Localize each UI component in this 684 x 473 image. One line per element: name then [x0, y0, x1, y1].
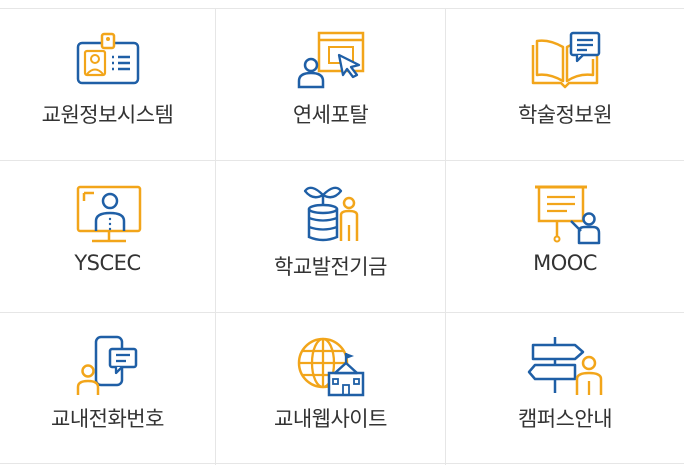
tile-academic-information[interactable]: 학술정보원 [446, 9, 684, 161]
tile-mooc[interactable]: MOOC [446, 161, 684, 313]
phone-directory-icon [70, 333, 146, 397]
tile-faculty-info-system[interactable]: 교원정보시스템 [0, 9, 216, 161]
tile-label: 학교발전기금 [274, 255, 387, 279]
campus-guide-signpost-icon [527, 333, 603, 397]
tile-label: MOOC [533, 251, 597, 275]
tile-yscec[interactable]: YSCEC [0, 161, 216, 313]
tile-campus-websites[interactable]: 교내웹사이트 [216, 313, 446, 465]
tile-label: YSCEC [74, 251, 141, 275]
tile-campus-phone-directory[interactable]: 교내전화번호 [0, 313, 216, 465]
campus-globe-icon [293, 333, 369, 397]
presentation-board-icon [527, 181, 603, 245]
monitor-lecture-icon [70, 181, 146, 245]
book-library-icon [527, 29, 603, 93]
portal-click-icon [293, 29, 369, 93]
tile-label: 교내전화번호 [51, 407, 164, 431]
tile-label: 학술정보원 [517, 103, 613, 127]
quick-links-grid: 교원정보시스템 연세포탈 학술정보원 YSCEC 학교발전기금 MOOC 교내전… [0, 8, 684, 465]
tile-label: 교내웹사이트 [274, 407, 387, 431]
tile-yonsei-portal[interactable]: 연세포탈 [216, 9, 446, 161]
tile-label: 교원정보시스템 [41, 103, 174, 127]
tile-label: 연세포탈 [292, 103, 369, 127]
fund-plant-icon [293, 181, 369, 245]
id-badge-icon [70, 29, 146, 93]
tile-campus-guide[interactable]: 캠퍼스안내 [446, 313, 684, 465]
tile-development-fund[interactable]: 학교발전기금 [216, 161, 446, 313]
tile-label: 캠퍼스안내 [517, 407, 613, 431]
